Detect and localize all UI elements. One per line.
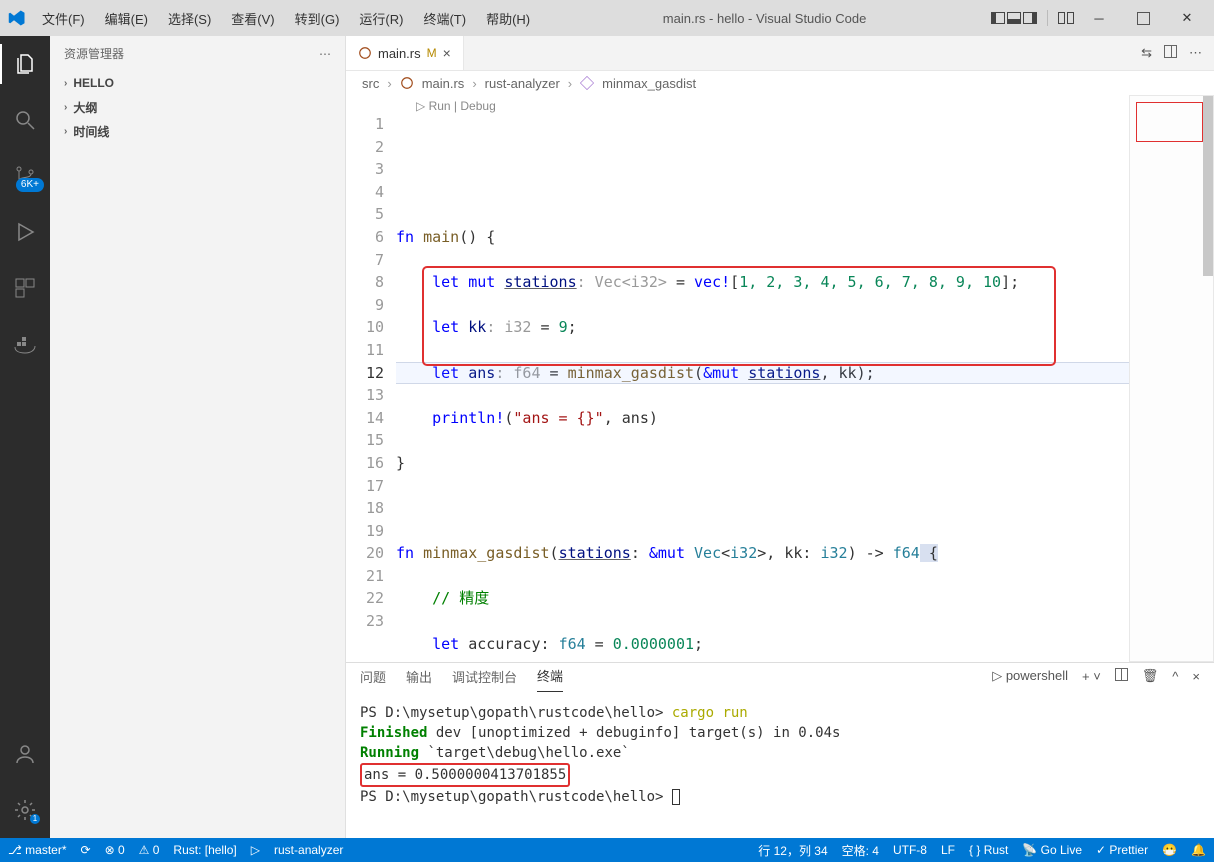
panel-tab-output[interactable]: 输出	[406, 667, 432, 692]
chevron-right-icon: ›	[64, 78, 67, 89]
minimap[interactable]	[1129, 95, 1214, 662]
docker-icon	[13, 332, 37, 356]
maximize-panel-icon[interactable]: ^	[1172, 669, 1178, 690]
vscode-logo-icon	[8, 9, 26, 27]
status-go-live[interactable]: 📡 Go Live	[1022, 843, 1082, 857]
status-language[interactable]: { } Rust	[969, 843, 1008, 857]
status-warnings[interactable]: ⚠ 0	[139, 843, 160, 857]
activity-docker[interactable]	[0, 324, 50, 364]
folder-hello[interactable]: › HELLO	[50, 71, 345, 95]
panel-tab-debug-console[interactable]: 调试控制台	[452, 667, 517, 692]
status-bar: ⎇ master* ⟳ ⊗ 0 ⚠ 0 Rust: [hello] ▷ rust…	[0, 838, 1214, 862]
terminal-content[interactable]: PS D:\mysetup\gopath\rustcode\hello> car…	[346, 695, 1214, 838]
status-encoding[interactable]: UTF-8	[893, 843, 927, 857]
tab-main-rs[interactable]: main.rs M ×	[346, 36, 464, 70]
chevron-right-icon: ›	[64, 126, 67, 137]
status-spaces[interactable]: 空格: 4	[842, 842, 879, 859]
more-icon[interactable]: ⋯	[319, 47, 331, 61]
highlighted-output: ans = 0.5000000413701855	[360, 763, 570, 787]
customize-layout-icon[interactable]	[1058, 12, 1074, 24]
menu-go[interactable]: 转到(G)	[287, 5, 348, 32]
terminal-shell-select[interactable]: ▷ powershell	[992, 668, 1068, 690]
explorer-sidebar: 资源管理器 ⋯ › HELLO › 大纲 › 时间线	[50, 36, 346, 838]
menu-bar: 文件(F) 编辑(E) 选择(S) 查看(V) 转到(G) 运行(R) 终端(T…	[34, 5, 538, 32]
status-bell-icon[interactable]: 🔔	[1191, 843, 1206, 857]
status-sync[interactable]: ⟳	[81, 843, 91, 857]
account-icon	[13, 742, 37, 766]
window-title: main.rs - hello - Visual Studio Code	[538, 11, 991, 26]
activity-source-control[interactable]: 6K+	[0, 156, 50, 196]
status-rust-analyzer-play[interactable]: ▷	[251, 843, 260, 857]
window-close-button[interactable]: ✕	[1168, 3, 1206, 33]
breadcrumb[interactable]: src› main.rs› rust-analyzer› minmax_gasd…	[346, 71, 1214, 95]
close-panel-icon[interactable]: ×	[1192, 669, 1200, 690]
status-line-col[interactable]: 行 12，列 34	[758, 842, 827, 859]
settings-badge: 1	[30, 814, 40, 824]
tab-bar: main.rs M × ⇆ ⋯	[346, 36, 1214, 71]
codelens-run-debug[interactable]: ▷ Run | Debug	[416, 95, 496, 118]
play-bug-icon	[13, 220, 37, 244]
outline-section[interactable]: › 大纲	[50, 95, 345, 119]
close-tab-icon[interactable]: ×	[443, 45, 451, 61]
menu-help[interactable]: 帮助(H)	[478, 5, 538, 32]
rust-file-icon	[358, 46, 372, 60]
split-terminal-icon[interactable]	[1115, 668, 1128, 690]
status-branch[interactable]: ⎇ master*	[8, 843, 67, 857]
activity-explorer[interactable]	[0, 44, 50, 84]
timeline-section[interactable]: › 时间线	[50, 119, 345, 143]
kill-terminal-icon[interactable]: 🗑	[1142, 668, 1159, 690]
menu-terminal[interactable]: 终端(T)	[415, 5, 474, 32]
menu-select[interactable]: 选择(S)	[160, 5, 219, 32]
menu-file[interactable]: 文件(F)	[34, 5, 93, 32]
code-content[interactable]: fn main() { let mut stations: Vec<i32> =…	[396, 185, 1214, 662]
line-gutter: 1234567891011121314151617181920212223	[346, 95, 396, 662]
compare-changes-icon[interactable]: ⇆	[1141, 45, 1152, 61]
new-terminal-icon[interactable]: + ˅	[1082, 669, 1101, 690]
menu-run[interactable]: 运行(R)	[351, 5, 411, 32]
extensions-icon	[13, 276, 37, 300]
chevron-right-icon: ›	[64, 102, 67, 113]
activity-bar: 6K+ 1	[0, 36, 50, 838]
status-rust-analyzer[interactable]: rust-analyzer	[274, 843, 343, 857]
status-errors[interactable]: ⊗ 0	[105, 843, 125, 857]
menu-edit[interactable]: 编辑(E)	[97, 5, 156, 32]
status-rust-project[interactable]: Rust: [hello]	[173, 843, 236, 857]
status-eol[interactable]: LF	[941, 843, 955, 857]
status-feedback-icon[interactable]: 😷	[1162, 843, 1177, 857]
more-actions-icon[interactable]: ⋯	[1189, 45, 1202, 61]
window-maximize-button[interactable]	[1124, 3, 1162, 33]
code-editor[interactable]: 1234567891011121314151617181920212223 ▷ …	[346, 95, 1214, 662]
panel-tab-problems[interactable]: 问题	[360, 667, 386, 692]
title-bar: 文件(F) 编辑(E) 选择(S) 查看(V) 转到(G) 运行(R) 终端(T…	[0, 0, 1214, 36]
files-icon	[13, 52, 37, 76]
menu-view[interactable]: 查看(V)	[223, 5, 282, 32]
search-icon	[13, 108, 37, 132]
activity-extensions[interactable]	[0, 268, 50, 308]
modified-indicator: M	[427, 46, 437, 60]
explorer-header: 资源管理器 ⋯	[50, 36, 345, 71]
activity-search[interactable]	[0, 100, 50, 140]
activity-accounts[interactable]	[0, 734, 50, 774]
symbol-function-icon	[580, 76, 594, 90]
split-editor-icon[interactable]	[1164, 45, 1177, 61]
activity-run-debug[interactable]	[0, 212, 50, 252]
layout-controls[interactable]	[991, 12, 1037, 24]
panel-tab-terminal[interactable]: 终端	[537, 666, 563, 692]
rust-file-icon	[400, 76, 414, 90]
activity-settings[interactable]: 1	[0, 790, 50, 830]
panel-tabs: 问题 输出 调试控制台 终端 ▷ powershell + ˅ 🗑 ^ ×	[346, 663, 1214, 695]
scm-badge: 6K+	[16, 178, 44, 192]
window-minimize-button[interactable]: ─	[1080, 3, 1118, 33]
status-prettier[interactable]: ✓ Prettier	[1096, 843, 1148, 857]
editor-area: main.rs M × ⇆ ⋯ src› main.rs› rust-analy…	[346, 36, 1214, 838]
bottom-panel: 问题 输出 调试控制台 终端 ▷ powershell + ˅ 🗑 ^ × PS…	[346, 662, 1214, 838]
